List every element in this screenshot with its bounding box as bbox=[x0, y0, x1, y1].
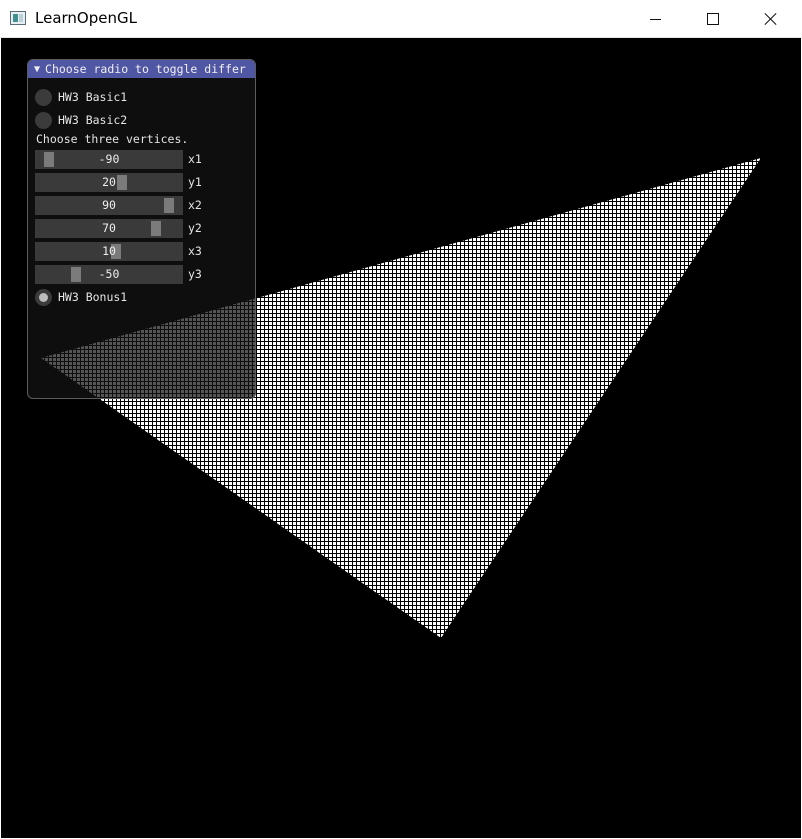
slider-track[interactable]: 70 bbox=[35, 218, 183, 238]
panel-title: Choose radio to toggle differ bbox=[45, 62, 246, 76]
slider-label: y3 bbox=[188, 267, 202, 281]
slider-track[interactable]: -50 bbox=[35, 264, 183, 284]
slider-value: -50 bbox=[98, 266, 120, 281]
slider-label: x1 bbox=[188, 152, 202, 166]
collapse-triangle-icon[interactable]: ▼ bbox=[34, 64, 40, 75]
slider-y1[interactable]: 20 y1 bbox=[35, 172, 202, 192]
radio-label: HW3 Bonus1 bbox=[58, 290, 128, 304]
vertices-label: Choose three vertices. bbox=[36, 132, 189, 146]
slider-label: y1 bbox=[188, 175, 202, 189]
slider-label: x2 bbox=[188, 198, 202, 212]
slider-y3[interactable]: -50 y3 bbox=[35, 264, 202, 284]
window-title: LearnOpenGL bbox=[35, 9, 137, 27]
radio-hw3-basic2[interactable]: HW3 Basic2 bbox=[35, 110, 127, 130]
slider-track[interactable]: 90 bbox=[35, 195, 183, 215]
radio-label: HW3 Basic2 bbox=[58, 113, 128, 127]
radio-hw3-basic1[interactable]: HW3 Basic1 bbox=[35, 87, 127, 107]
slider-label: x3 bbox=[188, 244, 202, 258]
slider-value: 70 bbox=[102, 220, 116, 235]
slider-x3[interactable]: 10 x3 bbox=[35, 241, 202, 261]
slider-track[interactable]: -90 bbox=[35, 149, 183, 169]
panel-titlebar[interactable]: ▼ Choose radio to toggle differ bbox=[28, 60, 255, 78]
slider-track[interactable]: 20 bbox=[35, 172, 183, 192]
slider-x2[interactable]: 90 x2 bbox=[35, 195, 202, 215]
slider-value: 90 bbox=[102, 197, 116, 212]
slider-value: 10 bbox=[102, 243, 116, 258]
minimize-icon bbox=[649, 18, 661, 20]
window-titlebar: LearnOpenGL bbox=[0, 0, 802, 38]
slider-x1[interactable]: -90 x1 bbox=[35, 149, 202, 169]
radio-button-selected[interactable] bbox=[35, 288, 52, 306]
radio-label: HW3 Basic1 bbox=[58, 90, 128, 104]
slider-value: -90 bbox=[98, 151, 120, 166]
minimize-button[interactable] bbox=[626, 0, 684, 38]
radio-button[interactable] bbox=[35, 111, 52, 129]
slider-label: y2 bbox=[188, 221, 202, 235]
imgui-panel[interactable]: ▼ Choose radio to toggle differ HW3 Basi… bbox=[27, 59, 256, 399]
slider-value: 20 bbox=[102, 174, 116, 189]
slider-track[interactable]: 10 bbox=[35, 241, 183, 261]
app-icon bbox=[10, 11, 26, 25]
radio-hw3-bonus1[interactable]: HW3 Bonus1 bbox=[35, 287, 127, 307]
slider-y2[interactable]: 70 y2 bbox=[35, 218, 202, 238]
close-icon bbox=[764, 12, 778, 26]
maximize-icon bbox=[707, 13, 719, 25]
close-button[interactable] bbox=[742, 0, 800, 38]
maximize-button[interactable] bbox=[684, 0, 742, 38]
radio-button[interactable] bbox=[35, 88, 52, 106]
